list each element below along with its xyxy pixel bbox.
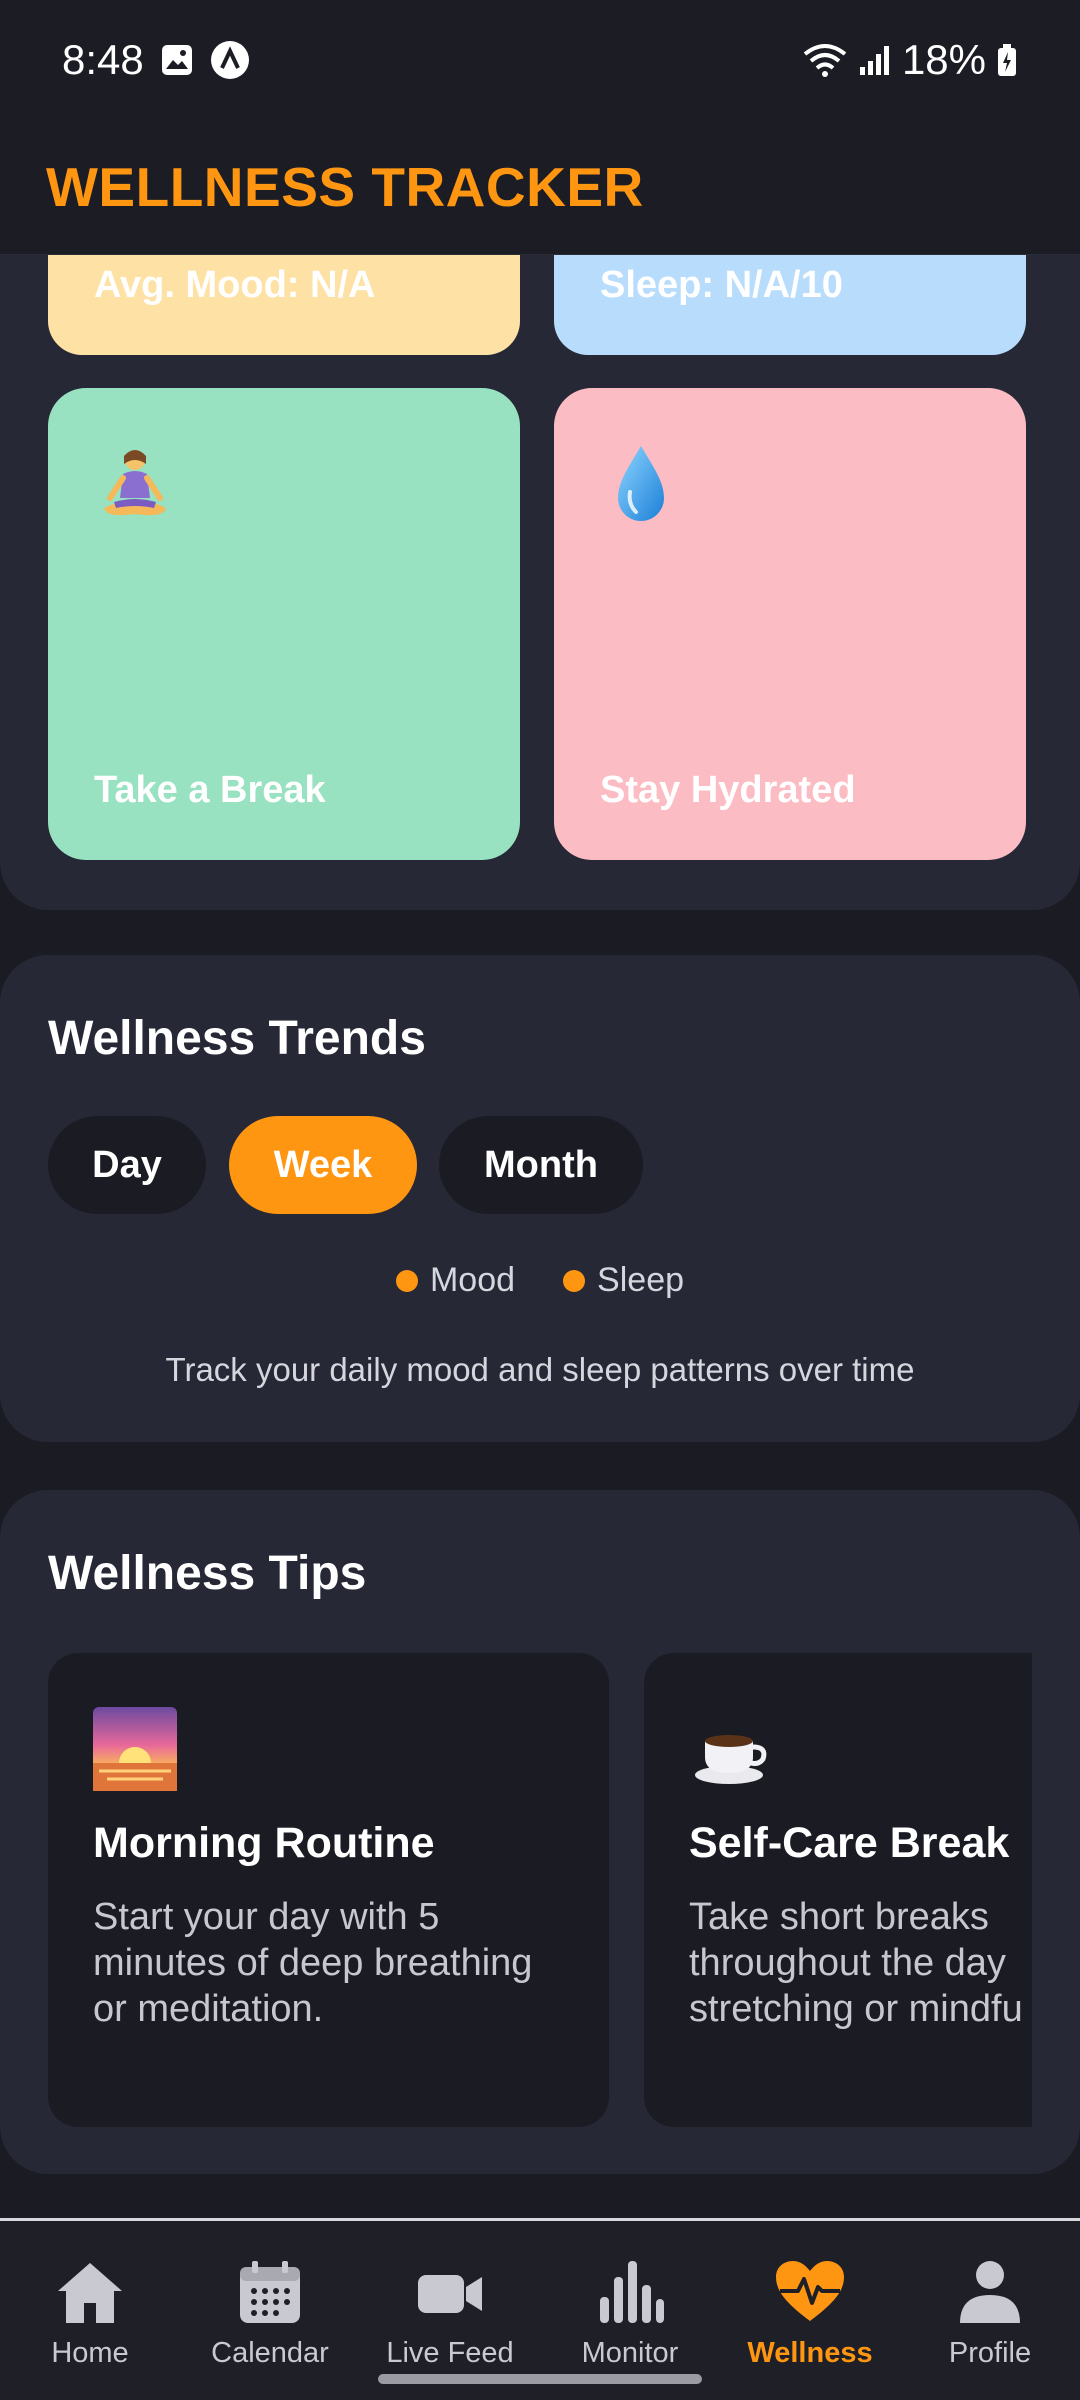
stay-hydrated-card[interactable]: Stay Hydrated: [554, 388, 1026, 860]
battery-charging-icon: [996, 43, 1018, 77]
tip-card[interactable]: Morning Routine Start your day with 5 mi…: [48, 1653, 609, 2127]
nav-item-profile[interactable]: Profile: [900, 2221, 1080, 2369]
status-time: 8:48: [62, 36, 144, 83]
user-icon: [954, 2259, 1026, 2325]
sunrise-icon: [93, 1707, 177, 1791]
legend-label-mood: Mood: [429, 1261, 516, 1299]
app-header: WELLNESS TRACKER: [0, 120, 1080, 255]
status-left: 8:48: [62, 36, 250, 84]
trends-legend: Mood Sleep: [0, 1261, 1080, 1300]
battery-text: 18%: [901, 36, 986, 83]
signal-icon: [858, 43, 892, 77]
wellness-trends-title: Wellness Trends: [48, 1012, 426, 1065]
take-break-label: Take a Break: [94, 769, 326, 811]
gallery-icon: [160, 43, 194, 77]
legend-item-mood: Mood: [395, 1261, 516, 1300]
tip-title: Self-Care Break: [689, 1819, 1010, 1867]
home-icon: [54, 2259, 126, 2325]
heart-pulse-icon: [774, 2259, 846, 2325]
tip-text: Take short breaks throughout the day str…: [689, 1896, 1023, 2030]
take-break-card[interactable]: Take a Break: [48, 388, 520, 860]
nav-item-live-feed[interactable]: Live Feed: [360, 2221, 540, 2369]
home-indicator[interactable]: [378, 2374, 702, 2384]
mood-summary-label: Avg. Mood: N/A: [94, 264, 376, 306]
screen: 8:48 18% WELLNESS TRACKER Avg. Mood: N/A…: [0, 0, 1080, 2400]
nav-label-profile: Profile: [948, 2337, 1032, 2369]
trends-description: Track your daily mood and sleep patterns…: [165, 1351, 915, 1388]
nav-item-home[interactable]: Home: [0, 2221, 180, 2369]
wifi-icon: [802, 42, 848, 78]
water-drop-icon: [598, 442, 684, 528]
nav-label-home: Home: [51, 2337, 129, 2369]
bottom-nav: Home Calendar Live Feed Monitor Wellness: [0, 2218, 1080, 2400]
wellness-tips-panel: Wellness Tips Morning Routine Start your…: [0, 1490, 1080, 2174]
summary-panel: Avg. Mood: N/A Sleep: N/A/10 Take a Brea…: [0, 255, 1080, 910]
tip-text: Start your day with 5 minutes of deep br…: [93, 1896, 533, 2030]
wellness-tips-title: Wellness Tips: [48, 1547, 367, 1600]
meditation-icon: [92, 442, 178, 528]
range-month-button[interactable]: Month: [439, 1116, 643, 1214]
tips-carousel[interactable]: Morning Routine Start your day with 5 mi…: [48, 1653, 1032, 2127]
app-title: WELLNESS TRACKER: [46, 156, 644, 218]
stay-hydrated-label: Stay Hydrated: [600, 769, 856, 811]
bar-chart-icon: [594, 2259, 666, 2325]
nav-label-calendar: Calendar: [211, 2337, 329, 2369]
wellness-trends-panel: Wellness Trends Day Week Month Mood Slee…: [0, 955, 1080, 1442]
calendar-icon: [234, 2259, 306, 2325]
legend-dot-icon: [563, 1269, 586, 1292]
nav-label-live-feed: Live Feed: [386, 2337, 514, 2369]
status-bar: 8:48 18%: [0, 0, 1080, 120]
range-day-button[interactable]: Day: [48, 1116, 206, 1214]
sleep-summary-card: Sleep: N/A/10: [554, 255, 1026, 355]
nav-label-monitor: Monitor: [581, 2337, 679, 2369]
coffee-icon: [689, 1707, 773, 1791]
legend-dot-icon: [395, 1269, 418, 1292]
content-scroll[interactable]: Avg. Mood: N/A Sleep: N/A/10 Take a Brea…: [0, 255, 1080, 2220]
nav-item-wellness[interactable]: Wellness: [720, 2221, 900, 2369]
video-camera-icon: [414, 2259, 486, 2325]
tip-card[interactable]: Self-Care Break Take short breaks throug…: [644, 1653, 1032, 2127]
status-right: 18%: [802, 36, 1018, 84]
mood-summary-card: Avg. Mood: N/A: [48, 255, 520, 355]
nav-item-monitor[interactable]: Monitor: [540, 2221, 720, 2369]
app-badge-icon: [210, 40, 250, 80]
range-week-button[interactable]: Week: [229, 1116, 417, 1214]
sleep-summary-label: Sleep: N/A/10: [600, 264, 843, 306]
legend-label-sleep: Sleep: [597, 1261, 685, 1299]
nav-label-wellness: Wellness: [747, 2337, 873, 2369]
nav-item-calendar[interactable]: Calendar: [180, 2221, 360, 2369]
legend-item-sleep: Sleep: [563, 1261, 684, 1300]
tip-title: Morning Routine: [93, 1819, 435, 1867]
